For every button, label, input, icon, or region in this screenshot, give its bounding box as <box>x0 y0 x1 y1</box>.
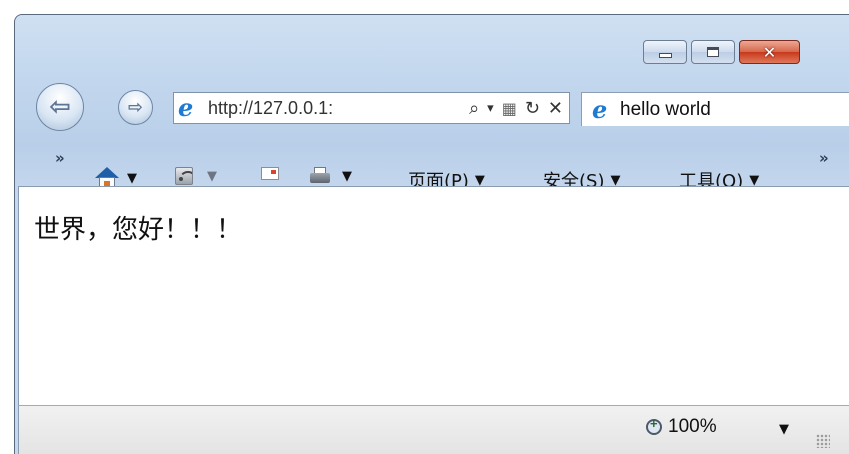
address-url[interactable]: http://127.0.0.1: <box>208 98 333 119</box>
address-bar[interactable]: e http://127.0.0.1: ⌕ ▾ ▦ ↻ ✕ <box>173 92 570 124</box>
search-icon[interactable]: ⌕ <box>469 98 479 119</box>
close-button[interactable]: ✕ <box>739 40 800 64</box>
tab-title: hello world <box>620 98 711 120</box>
feeds-button[interactable]: ▼ <box>175 167 217 185</box>
forward-arrow-icon: ⇨ <box>127 97 144 118</box>
print-button[interactable]: ▼ <box>310 167 352 185</box>
close-icon: ✕ <box>762 42 777 62</box>
address-tools: ⌕ ▾ ▦ ↻ ✕ <box>469 98 569 119</box>
refresh-icon[interactable]: ↻ <box>525 98 540 119</box>
command-bar-overflow-left[interactable]: » <box>55 149 65 167</box>
zoom-control[interactable]: 100% <box>646 416 717 438</box>
read-mail-button[interactable] <box>261 167 279 180</box>
status-bar: 100% ▼ <box>18 405 849 454</box>
home-dropdown-icon[interactable]: ▼ <box>127 171 137 186</box>
maximize-icon <box>707 47 719 57</box>
tab-hello-world[interactable]: e hello world <box>581 92 849 126</box>
stop-icon[interactable]: ✕ <box>548 98 563 119</box>
print-dropdown-icon[interactable]: ▼ <box>342 169 352 184</box>
feeds-dropdown-icon[interactable]: ▼ <box>207 169 217 184</box>
ie-logo-icon: e <box>592 94 608 124</box>
mail-icon <box>261 167 279 180</box>
command-bar-overflow-right[interactable]: » <box>819 149 829 167</box>
forward-button[interactable]: ⇨ <box>118 90 153 125</box>
page-body-text: 世界，您好！！！ <box>34 215 243 245</box>
minimize-icon <box>658 52 672 58</box>
printer-icon <box>310 167 330 185</box>
maximize-button[interactable] <box>691 40 735 64</box>
zoom-dropdown-icon[interactable]: ▼ <box>779 422 789 437</box>
back-arrow-icon: ⇦ <box>49 92 71 122</box>
page-content: 世界，您好！！！ <box>18 186 849 405</box>
minimize-button[interactable] <box>643 40 687 64</box>
zoom-level: 100% <box>668 416 717 437</box>
zoom-icon <box>646 416 662 435</box>
ie-logo-icon: e <box>178 93 194 122</box>
back-button[interactable]: ⇦ <box>36 83 84 131</box>
feed-icon <box>175 167 193 185</box>
search-dropdown-icon[interactable]: ▾ <box>487 101 494 116</box>
resize-grip-icon[interactable] <box>816 434 830 448</box>
compatibility-view-icon[interactable]: ▦ <box>502 99 517 118</box>
